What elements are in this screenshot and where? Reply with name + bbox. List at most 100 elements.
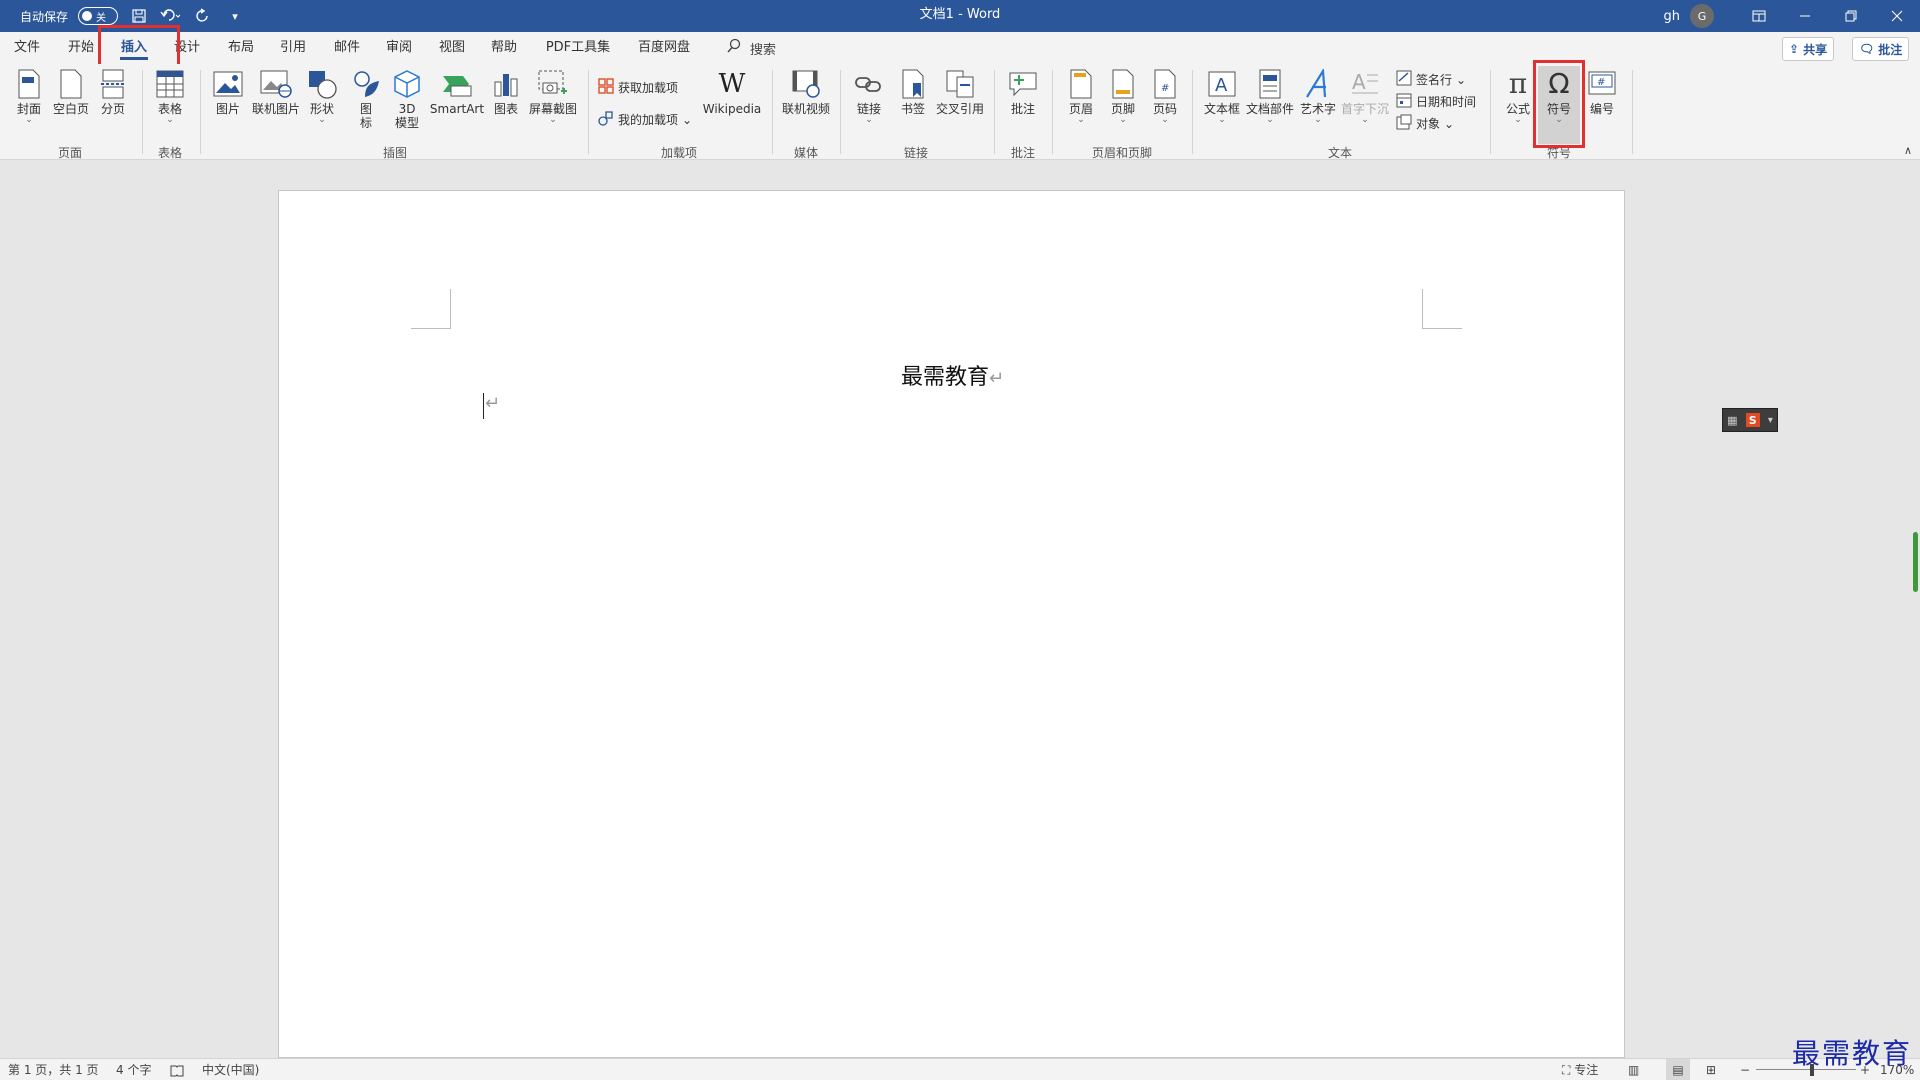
screenshot-label: 屏幕截图	[528, 102, 577, 116]
get-addins-label: 获取加载项	[618, 81, 679, 95]
chart-label: 图表	[493, 102, 518, 116]
focus-mode-button[interactable]: ⛶ 专注	[1562, 1059, 1598, 1080]
tab-baidu-netdisk[interactable]: 百度网盘	[634, 32, 694, 64]
tab-file[interactable]: 文件	[12, 32, 42, 64]
customize-qat-icon[interactable]: ▾	[224, 5, 246, 27]
user-name[interactable]: gh	[1664, 9, 1681, 24]
pictures-button[interactable]: 图片	[210, 68, 246, 116]
store-icon	[598, 78, 614, 97]
link-button[interactable]: 链接 ⌄	[852, 68, 886, 125]
footer-button[interactable]: 页脚 ⌄	[1106, 68, 1140, 125]
close-icon[interactable]	[1874, 0, 1920, 32]
undo-icon[interactable]	[160, 5, 182, 27]
proofing-icon[interactable]	[170, 1059, 184, 1080]
page-count[interactable]: 第 1 页，共 1 页	[8, 1059, 99, 1080]
links-group-label: 链接	[903, 146, 928, 160]
signature-icon	[1396, 70, 1412, 89]
screenshot-button[interactable]: 屏幕截图 ⌄	[528, 68, 578, 125]
object-label: 对象	[1416, 117, 1441, 131]
page-number-button[interactable]: # 页码 ⌄	[1148, 68, 1182, 125]
search-box[interactable]: 搜索	[726, 32, 776, 64]
date-time-label: 日期和时间	[1416, 95, 1477, 109]
bookmark-button[interactable]: 书签	[896, 68, 930, 116]
online-video-button[interactable]: 联机视频	[780, 68, 832, 116]
focus-icon: ⛶	[1562, 1063, 1571, 1077]
document-heading[interactable]: 最需教育↵	[279, 359, 1626, 391]
cross-reference-button[interactable]: 交叉引用	[934, 68, 986, 116]
tab-layout[interactable]: 布局	[224, 32, 258, 64]
ribbon-display-options-icon[interactable]	[1736, 0, 1782, 32]
bookmark-icon	[897, 68, 929, 100]
web-layout-icon[interactable]: ⊞	[1706, 1059, 1716, 1080]
signature-line-button[interactable]: 签名行 ⌄	[1396, 70, 1466, 89]
header-button[interactable]: 页眉 ⌄	[1064, 68, 1098, 125]
tab-home[interactable]: 开始	[64, 32, 98, 64]
language-indicator[interactable]: 中文(中国)	[202, 1059, 259, 1080]
quick-parts-button[interactable]: 文档部件 ⌄	[1244, 68, 1296, 125]
chart-icon	[490, 68, 522, 100]
page-break-label: 分页	[100, 102, 125, 116]
wikipedia-button[interactable]: W Wikipedia	[700, 68, 764, 116]
paragraph-mark-icon: ↵	[988, 368, 1005, 389]
equation-button[interactable]: π 公式 ⌄	[1500, 68, 1536, 125]
document-page[interactable]: 最需教育↵ ↵	[278, 190, 1625, 1058]
tab-help[interactable]: 帮助	[487, 32, 521, 64]
restore-icon[interactable]	[1828, 0, 1874, 32]
blank-page-label: 空白页	[52, 102, 89, 116]
minimize-icon[interactable]	[1782, 0, 1828, 32]
cover-page-button[interactable]: 封面 ⌄	[12, 68, 46, 125]
avatar[interactable]: G	[1690, 4, 1714, 28]
read-mode-icon[interactable]: ▥	[1628, 1059, 1639, 1080]
object-button[interactable]: 对象 ⌄	[1396, 114, 1454, 133]
toggle-knob	[82, 11, 93, 21]
get-addins-button[interactable]: 获取加载项	[598, 78, 678, 97]
tab-pdf-tools[interactable]: PDF工具集	[542, 32, 614, 64]
group-divider	[588, 70, 589, 154]
smartart-button[interactable]: SmartArt	[430, 68, 484, 116]
print-layout-icon[interactable]: ▤	[1666, 1059, 1690, 1080]
table-group-label: 表格	[157, 146, 182, 160]
title-bar: 自动保存 关 ▾ 文档1 - Word gh G	[0, 0, 1920, 32]
numbering-button[interactable]: # 编号	[1584, 68, 1620, 116]
vertical-scrollbar-thumb[interactable]	[1913, 532, 1918, 592]
media-group-label: 媒体	[793, 146, 818, 160]
redo-icon[interactable]	[192, 5, 214, 27]
smartart-icon	[441, 68, 473, 100]
date-time-button[interactable]: 日期和时间	[1396, 92, 1476, 111]
autosave-toggle[interactable]: 关	[78, 7, 119, 25]
share-button[interactable]: ⇪ 共享	[1782, 37, 1835, 61]
header-label: 页眉	[1068, 102, 1093, 116]
chevron-down-icon: ⌄	[1361, 115, 1369, 125]
group-divider	[772, 70, 773, 154]
blank-page-button[interactable]: 空白页	[52, 68, 90, 116]
my-addins-button[interactable]: 我的加载项 ⌄	[598, 110, 692, 129]
chart-button[interactable]: 图表	[488, 68, 524, 116]
tab-review[interactable]: 审阅	[382, 32, 416, 64]
ime-toolbar[interactable]: ▦ S ▾	[1722, 408, 1778, 432]
page-break-button[interactable]: 分页	[96, 68, 130, 116]
word-count[interactable]: 4 个字	[116, 1059, 151, 1080]
text-box-button[interactable]: A 文本框 ⌄	[1202, 68, 1242, 125]
shapes-button[interactable]: 形状 ⌄	[306, 68, 338, 125]
tab-mailings[interactable]: 邮件	[330, 32, 364, 64]
comments-button[interactable]: 🗨 批注	[1852, 37, 1910, 61]
tab-references[interactable]: 引用	[276, 32, 310, 64]
collapse-ribbon-icon[interactable]: ∧	[1904, 144, 1912, 157]
document-area: 最需教育↵ ↵	[0, 160, 1920, 1058]
bookmark-label: 书签	[900, 102, 925, 116]
calendar-icon	[1396, 92, 1412, 111]
drop-cap-button[interactable]: A 首字下沉 ⌄	[1338, 68, 1392, 125]
chevron-down-icon: ⌄	[1119, 115, 1127, 125]
zoom-out-icon[interactable]: −	[1740, 1059, 1750, 1080]
icons-button[interactable]: 图标	[350, 68, 382, 130]
wordart-button[interactable]: 艺术字 ⌄	[1298, 68, 1338, 125]
online-pictures-button[interactable]: 联机图片	[250, 68, 302, 116]
search-icon	[726, 38, 742, 58]
tab-view[interactable]: 视图	[435, 32, 469, 64]
table-button[interactable]: 表格 ⌄	[152, 68, 188, 125]
3d-models-button[interactable]: 3D 模型	[390, 68, 424, 130]
page-number-icon: #	[1149, 68, 1181, 100]
save-icon[interactable]	[128, 5, 150, 27]
footer-label: 页脚	[1110, 102, 1135, 116]
new-comment-button[interactable]: 批注	[1006, 68, 1040, 116]
